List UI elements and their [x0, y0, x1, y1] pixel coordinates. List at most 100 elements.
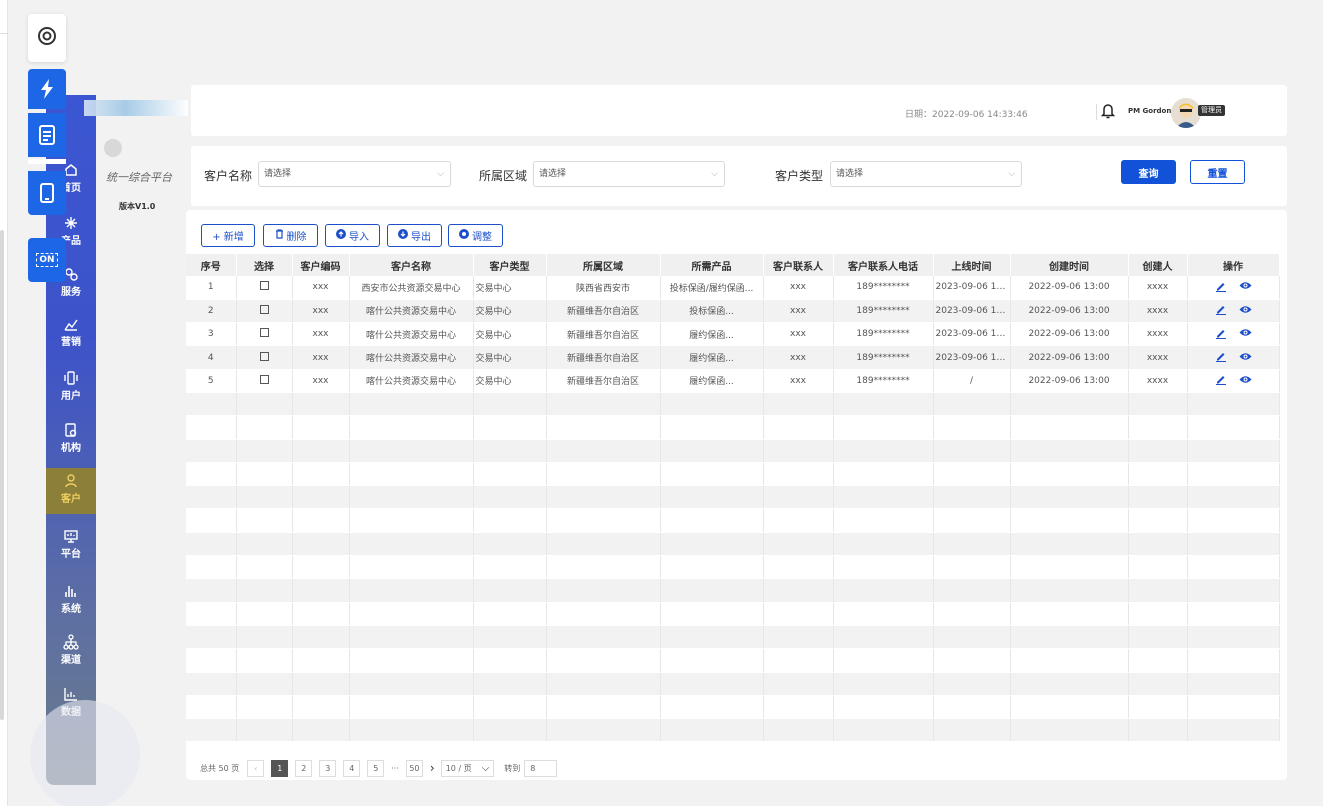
next-page-button[interactable]: ›	[430, 761, 435, 775]
col-header[interactable]: 客户编码	[292, 254, 350, 276]
edit-icon[interactable]	[1215, 303, 1227, 318]
col-header[interactable]: 序号	[186, 254, 237, 276]
empty-cell	[660, 532, 764, 557]
table-row[interactable]	[186, 508, 1280, 533]
col-header[interactable]: 选择	[236, 254, 293, 276]
table-row[interactable]: 2 xxx 喀什公共资源交易中心 交易中心 新疆维吾尔自治区 投标保函... xxx 189*…	[186, 299, 1280, 324]
empty-cell	[546, 602, 661, 626]
goto-input[interactable]: 8	[524, 759, 558, 777]
empty-cell	[186, 695, 237, 720]
eye-icon[interactable]	[1239, 352, 1252, 364]
empty-cell	[349, 485, 474, 510]
reset-button[interactable]: 重置	[1190, 160, 1245, 184]
cell-product: 履约保函...	[660, 369, 764, 393]
col-header[interactable]: 创建人	[1128, 254, 1188, 276]
lightning-button[interactable]	[28, 69, 66, 109]
table-row[interactable]	[186, 392, 1280, 417]
table-row[interactable]	[186, 648, 1280, 673]
empty-cell	[473, 462, 547, 487]
empty-cell	[236, 602, 293, 626]
customer-type-select[interactable]: 请选择 ⌵	[830, 161, 1022, 187]
edit-icon[interactable]	[1215, 327, 1227, 342]
empty-cell	[236, 625, 293, 650]
col-header[interactable]: 所属区域	[546, 254, 661, 276]
scrollbar[interactable]	[0, 230, 4, 720]
page-button[interactable]: 1	[271, 759, 289, 777]
table-row[interactable]	[186, 602, 1280, 626]
col-header[interactable]: 上线时间	[933, 254, 1011, 276]
page-size-select[interactable]: 10 / 页 ⌵	[440, 759, 495, 777]
eye-icon[interactable]	[1239, 281, 1252, 293]
table-row[interactable]	[186, 462, 1280, 487]
select-placeholder: 请选择	[539, 169, 567, 179]
empty-cell	[833, 578, 934, 603]
sidebar-item-customer[interactable]: 客户	[46, 468, 96, 514]
add-button[interactable]: + 新增	[201, 224, 255, 247]
document-button[interactable]	[28, 113, 66, 157]
sidebar-item-channel[interactable]: 渠道	[46, 629, 96, 675]
page-button[interactable]: 50	[405, 759, 423, 777]
col-header[interactable]: 客户联系人	[763, 254, 834, 276]
bell-icon[interactable]	[1100, 103, 1116, 123]
empty-cell	[292, 508, 350, 533]
table-row[interactable]	[186, 415, 1280, 440]
eye-icon[interactable]	[1239, 305, 1252, 317]
col-header[interactable]: 客户联系人电话	[833, 254, 934, 276]
table-row[interactable]	[186, 718, 1280, 743]
table-row[interactable]: 3 xxx 喀什公共资源交易中心 交易中心 新疆维吾尔自治区 履约保函... xxx 189*…	[186, 322, 1280, 347]
institution-icon	[62, 421, 80, 439]
row-checkbox[interactable]	[259, 351, 269, 361]
import-button[interactable]: 导入	[325, 224, 380, 247]
table-row[interactable]	[186, 695, 1280, 720]
empty-cell	[933, 625, 1011, 650]
table-row[interactable]	[186, 578, 1280, 603]
col-header[interactable]: 创建时间	[1010, 254, 1129, 276]
table-row[interactable]	[186, 672, 1280, 696]
eye-icon[interactable]	[1239, 375, 1252, 387]
col-header[interactable]: 客户类型	[473, 254, 547, 276]
col-header[interactable]: 客户名称	[349, 254, 474, 276]
page-button[interactable]: 4	[343, 759, 361, 777]
page-button[interactable]: 5	[367, 759, 385, 777]
phone-button[interactable]	[28, 171, 66, 215]
col-header[interactable]: 所需产品	[660, 254, 764, 276]
row-checkbox[interactable]	[259, 328, 269, 338]
export-button[interactable]: 导出	[387, 224, 442, 247]
query-button[interactable]: 查询	[1121, 160, 1176, 184]
customer-name-select[interactable]: 请选择 ⌵	[258, 161, 451, 187]
region-select[interactable]: 请选择 ⌵	[533, 161, 725, 187]
eye-icon[interactable]	[1239, 328, 1252, 340]
table-row[interactable]	[186, 439, 1280, 463]
table-row[interactable]	[186, 485, 1280, 510]
table-row[interactable]	[186, 555, 1280, 580]
prev-page-button[interactable]: ‹	[247, 759, 265, 777]
delete-button[interactable]: 删除	[263, 224, 318, 247]
edit-icon[interactable]	[1215, 350, 1227, 365]
empty-cell	[833, 602, 934, 626]
on-button[interactable]: ON	[28, 238, 66, 282]
table-row[interactable]: 4 xxx 喀什公共资源交易中心 交易中心 新疆维吾尔自治区 履约保函... xxx 189*…	[186, 345, 1280, 370]
table-row[interactable]: 5 xxx 喀什公共资源交易中心 交易中心 新疆维吾尔自治区 履约保函... xxx 189*…	[186, 369, 1280, 393]
adjust-button[interactable]: 调整	[448, 224, 503, 247]
col-header[interactable]: 操作	[1187, 254, 1280, 276]
sidebar-item-user[interactable]: 用户	[46, 365, 96, 411]
star-icon	[62, 214, 80, 232]
cell-creator: xxxx	[1128, 322, 1188, 347]
page-button[interactable]: 2	[295, 759, 313, 777]
edit-icon[interactable]	[1215, 373, 1227, 388]
row-checkbox[interactable]	[259, 281, 269, 291]
avatar[interactable]	[1171, 98, 1201, 128]
table-row[interactable]	[186, 532, 1280, 557]
row-checkbox[interactable]	[259, 374, 269, 384]
target-button[interactable]	[28, 14, 66, 62]
edit-icon[interactable]	[1215, 280, 1227, 295]
sidebar-item-marketing[interactable]: 营销	[46, 311, 96, 357]
sidebar-item-platform[interactable]: 平台	[46, 523, 96, 569]
table-row[interactable]: 1 xxx 西安市公共资源交易中心 交易中心 陕西省西安市 投标保函/履约保函... xxx…	[186, 276, 1280, 300]
row-checkbox[interactable]	[259, 304, 269, 314]
user-name[interactable]: PM Gordon	[1128, 107, 1171, 115]
table-row[interactable]	[186, 625, 1280, 650]
page-button[interactable]: 3	[319, 759, 337, 777]
sidebar-item-institution[interactable]: 机构	[46, 417, 96, 463]
sidebar-item-system[interactable]: 系统	[46, 578, 96, 624]
